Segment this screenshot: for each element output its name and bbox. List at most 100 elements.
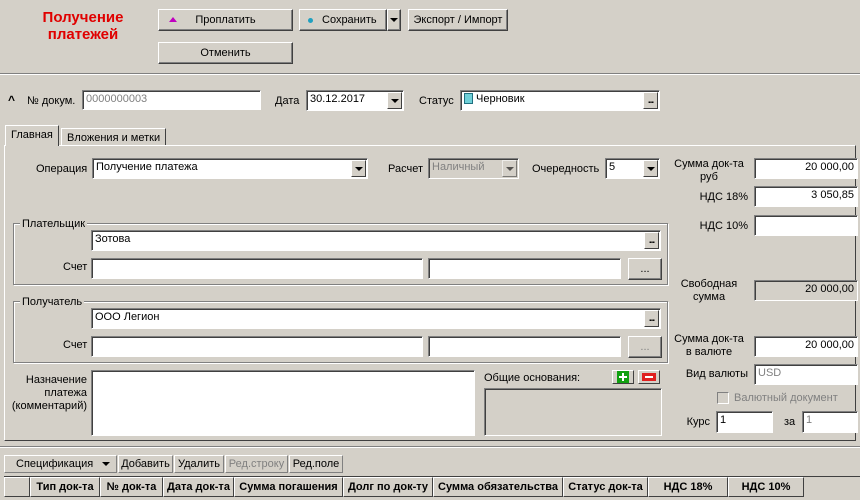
ellipsis-icon: ...: [648, 312, 655, 324]
save-dot-icon: [308, 17, 313, 23]
payer-field[interactable]: Зотова: [91, 230, 661, 251]
chevron-down-icon: [390, 98, 399, 103]
per-label: за: [784, 416, 796, 428]
vat10-field[interactable]: [754, 215, 858, 236]
minus-icon: [642, 373, 656, 381]
export-import-label: Экспорт / Импорт: [413, 14, 503, 26]
calc-label: Расчет: [388, 163, 423, 175]
grid-col-doc-type[interactable]: Тип док-та: [30, 477, 100, 497]
grid-col-repayment-sum[interactable]: Сумма погашения: [234, 477, 343, 497]
delete-row-button[interactable]: Удалить: [174, 455, 224, 473]
spec-dropdown-button[interactable]: Спецификация: [4, 455, 117, 473]
sum-rub-label: Сумма док-та руб: [674, 158, 744, 183]
save-button[interactable]: Сохранить: [299, 9, 387, 31]
grid-col-vat18[interactable]: НДС 18%: [648, 477, 728, 497]
status-label: Статус: [419, 95, 454, 107]
rate-field[interactable]: 1: [716, 411, 773, 433]
vat18-field[interactable]: 3 050,85: [754, 186, 858, 207]
grid-col-select[interactable]: [4, 477, 30, 497]
purpose-label: Назначение платежа (комментарий): [11, 374, 87, 412]
recipient-select-button[interactable]: ...: [644, 310, 659, 327]
recipient-account-browse-button[interactable]: ...: [628, 336, 662, 358]
save-button-label: Сохранить: [322, 14, 377, 26]
date-dropdown-button[interactable]: [387, 92, 402, 109]
chevron-down-icon: [646, 166, 655, 171]
tab-main[interactable]: Главная: [5, 125, 59, 146]
spec-dropdown-label: Спецификация: [16, 458, 94, 470]
operation-dropdown-button[interactable]: [351, 160, 366, 177]
date-label: Дата: [275, 95, 300, 107]
recipient-account-field-2[interactable]: [428, 336, 621, 357]
basis-list[interactable]: [484, 388, 662, 436]
cancel-button-label: Отменить: [200, 47, 251, 59]
purpose-textarea[interactable]: [91, 370, 475, 436]
payer-account-field-1[interactable]: [91, 258, 423, 279]
chevron-down-icon: [102, 462, 110, 466]
grid-col-doc-debt[interactable]: Долг по док-ту: [343, 477, 433, 497]
operation-label: Операция: [36, 163, 88, 175]
payer-account-field-2[interactable]: [428, 258, 621, 279]
document-icon: [464, 93, 473, 104]
header-separator: [0, 73, 860, 75]
recipient-account-field-1[interactable]: [91, 336, 423, 357]
priority-dropdown-button[interactable]: [643, 160, 658, 177]
vat18-label: НДС 18%: [699, 191, 748, 203]
add-row-button[interactable]: Добавить: [118, 455, 173, 473]
free-sum-field: 20 000,00: [754, 280, 858, 301]
priority-label: Очередность: [532, 163, 600, 175]
ellipsis-icon: ...: [648, 234, 655, 246]
payer-account-label: Счет: [63, 261, 88, 273]
doc-number-field[interactable]: 0000000003: [82, 90, 261, 110]
payer-account-browse-button[interactable]: ...: [628, 258, 662, 280]
payer-select-button[interactable]: ...: [644, 232, 659, 249]
grid-col-vat10[interactable]: НДС 10%: [728, 477, 804, 497]
collapse-icon[interactable]: ^: [8, 93, 15, 107]
grid-col-filler: [804, 477, 860, 497]
grid-col-doc-date[interactable]: Дата док-та: [163, 477, 234, 497]
grid-col-doc-number[interactable]: № док-та: [100, 477, 163, 497]
sum-rub-field[interactable]: 20 000,00: [754, 158, 858, 179]
status-field[interactable]: Черновик: [460, 90, 660, 111]
vat10-label: НДС 10%: [699, 220, 748, 232]
calc-dropdown-button[interactable]: [502, 160, 517, 177]
export-import-button[interactable]: Экспорт / Импорт: [408, 9, 508, 31]
status-select-button[interactable]: ...: [643, 92, 658, 109]
grid-col-doc-status[interactable]: Статус док-та: [563, 477, 648, 497]
currency-type-label: Вид валюты: [685, 368, 748, 380]
chevron-down-icon: [390, 18, 398, 22]
add-basis-button[interactable]: [612, 370, 634, 384]
pay-button-label: Проплатить: [195, 14, 256, 26]
currency-type-field[interactable]: USD: [754, 364, 858, 385]
basis-label: Общие основания:: [484, 372, 581, 384]
currency-doc-checkbox[interactable]: [717, 392, 729, 404]
recipient-group-title: Получатель: [20, 296, 85, 308]
spec-grid-header: Тип док-та № док-та Дата док-та Сумма по…: [4, 476, 860, 497]
chevron-down-icon: [505, 166, 514, 171]
doc-number-label: № докум.: [27, 95, 76, 107]
pay-button[interactable]: Проплатить: [158, 9, 293, 31]
cancel-button[interactable]: Отменить: [158, 42, 293, 64]
bottom-separator: [0, 446, 860, 448]
edit-row-button[interactable]: Ред.строку: [225, 455, 288, 473]
sum-currency-field[interactable]: 20 000,00: [754, 336, 858, 357]
page-title: Получение платежей: [42, 9, 124, 43]
operation-select[interactable]: Получение платежа: [92, 158, 368, 179]
remove-basis-button[interactable]: [638, 370, 660, 384]
sum-currency-label: Сумма док-та в валюте: [674, 333, 744, 358]
free-sum-label: Свободная сумма: [680, 278, 738, 303]
recipient-account-label: Счет: [63, 339, 88, 351]
tab-attachments[interactable]: Вложения и метки: [61, 128, 167, 145]
rate-label: Курс: [686, 416, 710, 428]
plus-icon: [617, 371, 629, 383]
chevron-down-icon: [354, 166, 363, 171]
triangle-up-icon: [169, 17, 177, 22]
currency-doc-label: Валютный документ: [734, 392, 838, 404]
status-value: Черновик: [476, 93, 525, 105]
edit-field-button[interactable]: Ред.поле: [289, 455, 343, 473]
save-dropdown-button[interactable]: [387, 9, 401, 31]
recipient-field[interactable]: ООО Легион: [91, 308, 661, 329]
grid-col-obligation-sum[interactable]: Сумма обязательства: [433, 477, 563, 497]
payer-group-title: Плательщик: [20, 218, 88, 230]
ellipsis-icon: ...: [647, 94, 654, 106]
per-field[interactable]: 1: [802, 411, 858, 433]
